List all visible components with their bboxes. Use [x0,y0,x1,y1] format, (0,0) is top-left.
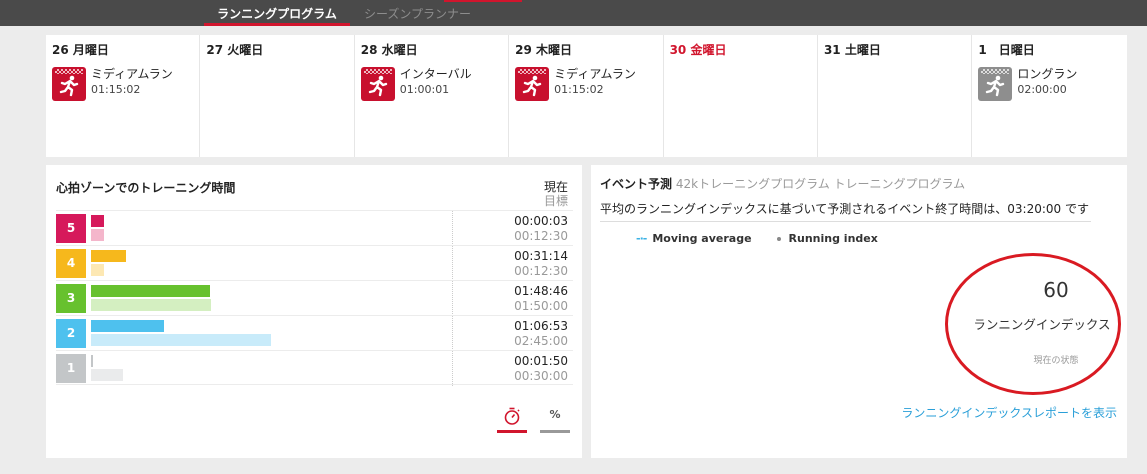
zone-goal-bar [91,264,104,276]
zone-divider [452,246,453,281]
zone-current-bar [91,320,164,332]
running-gray-icon [978,67,1013,101]
running-index-report-link[interactable]: ランニングインデックスレポートを表示 [901,404,1117,421]
zone-row: 1 00:01:50 00:30:00 [56,350,573,386]
zone-divider [452,316,453,351]
day-cell[interactable]: 26 月曜日ミディアムラン 01:15:02 [46,35,201,157]
zone-goal-bar [91,299,211,311]
workout-text: インターバル 01:00:01 [400,67,472,101]
zone-goal-bar [91,229,104,241]
goal-header: 目標 [543,194,568,208]
zone-current-time: 00:01:50 [514,354,568,368]
tab-running-program[interactable]: ランニングプログラム [204,0,350,26]
day-label: 31 土曜日 [823,43,881,57]
workout-name: ロングラン [1017,67,1078,81]
week-calendar: 26 月曜日ミディアムラン 01:15:02 27 火曜日 28 水曜日インターバル 0… [46,35,1127,157]
day-label: 30 金曜日 [669,43,727,57]
workout-item[interactable]: ミディアムラン 01:15:02 [52,67,173,101]
running-red-icon [515,67,550,101]
event-title: イベント予測 [600,177,673,191]
workout-duration: 01:15:02 [91,83,141,96]
zone-divider [452,351,453,386]
zone-row: 4 00:31:14 00:12:30 [56,245,573,281]
event-subtitle: 42kトレーニングプログラム トレーニングプログラム [675,177,966,191]
moving-average-marker-icon: -·- [636,232,647,245]
zone-current-bar [91,285,210,297]
workout-item[interactable]: インターバル 01:00:01 [360,67,472,101]
zone-number-badge: 3 [56,284,86,313]
zone-current-time: 01:48:46 [514,284,568,298]
workout-text: ミディアムラン 01:15:02 [554,67,636,101]
day-label: 28 水曜日 [360,43,418,57]
zone-goal-time: 02:45:00 [514,334,568,348]
zone-current-bar [91,250,127,262]
top-tab-bar: ランニングプログラム シーズンプランナー [0,0,1147,26]
percent-toggle-button[interactable]: % [540,403,570,433]
workout-name: ミディアムラン [554,67,636,81]
workout-item[interactable]: ロングラン 02:00:00 [978,67,1077,101]
zone-number-badge: 1 [56,354,86,383]
workout-duration: 01:15:02 [554,83,604,96]
stopwatch-icon [504,407,520,425]
event-description: 平均のランニングインデックスに基づいて予測されるイベント終了時間は、03:20:… [600,200,1091,222]
zone-current-time: 00:00:03 [514,214,568,228]
workout-name: ミディアムラン [91,67,173,81]
day-cell[interactable]: 27 火曜日 [200,35,355,157]
zone-divider [452,211,453,246]
running-red-icon [52,67,86,101]
day-cell[interactable]: 28 水曜日インターバル 01:00:01 [355,35,510,157]
workout-duration: 01:00:01 [399,83,450,96]
heart-zone-title: 心拍ゾーンでのトレーニング時間 [56,181,236,195]
event-title-row: イベント予測 42kトレーニングプログラム トレーニングプログラム [600,175,965,192]
zone-current-bar [91,355,93,367]
legend-running-index: Running index [788,232,878,245]
zone-divider [452,281,453,316]
zone-number-badge: 5 [56,214,86,243]
day-cell[interactable]: 1 日曜日ロングラン 02:00:00 [972,35,1126,157]
zone-goal-time: 00:12:30 [514,264,568,278]
zone-goal-bar [91,334,271,346]
workout-item[interactable]: ミディアムラン 01:15:02 [515,67,636,101]
zone-current-bar [91,215,104,227]
chart-legend: -·- Moving average Running index [636,232,878,245]
timer-toggle-button[interactable] [497,403,527,433]
day-cell[interactable]: 31 土曜日 [818,35,973,157]
zone-current-time: 01:06:53 [514,319,568,333]
zone-number-badge: 2 [56,319,86,348]
event-prediction-panel: イベント予測 42kトレーニングプログラム トレーニングプログラム 平均のランニ… [591,165,1127,458]
workout-duration: 02:00:00 [1017,83,1067,96]
workout-text: ミディアムラン 01:15:02 [91,67,173,101]
running-red-icon [360,67,395,101]
zone-row: 5 00:00:03 00:12:30 [56,210,573,246]
zone-number-badge: 4 [56,249,86,278]
zone-goal-time: 01:50:00 [514,299,568,313]
zone-list: 5 00:00:03 00:12:30 4 00:31:14 00:12:30 3 01:48… [56,210,573,386]
day-label: 1 日曜日 [978,43,1035,57]
running-index-value: 60 [1043,278,1069,302]
heart-zone-panel: 心拍ゾーンでのトレーニング時間 現在 目標 5 00:00:03 00:12:30 4… [46,165,582,458]
day-label: 26 月曜日 [52,43,109,57]
workout-name: インターバル [399,67,472,81]
zone-goal-time: 00:12:30 [514,229,568,243]
day-label: 27 火曜日 [206,43,264,57]
running-index-status: 現在の状態 [1033,356,1079,366]
running-index-label: ランニングインデックス [973,317,1111,332]
zone-goal-bar [91,369,124,381]
zone-current-time: 00:31:14 [514,249,568,263]
day-cell[interactable]: 30 金曜日 [664,35,818,157]
zone-row: 3 01:48:46 01:50:00 [56,280,573,316]
legend-moving-average: Moving average [652,232,752,245]
day-cell[interactable]: 29 木曜日ミディアムラン 01:15:02 [509,35,664,157]
tab-season-planner[interactable]: シーズンプランナー [364,0,471,26]
zone-goal-time: 00:30:00 [514,369,568,383]
day-label: 29 木曜日 [515,43,573,57]
running-index-marker-icon [776,236,781,241]
zone-row: 2 01:06:53 02:45:00 [56,315,573,351]
workout-text: ロングラン 02:00:00 [1017,67,1077,101]
